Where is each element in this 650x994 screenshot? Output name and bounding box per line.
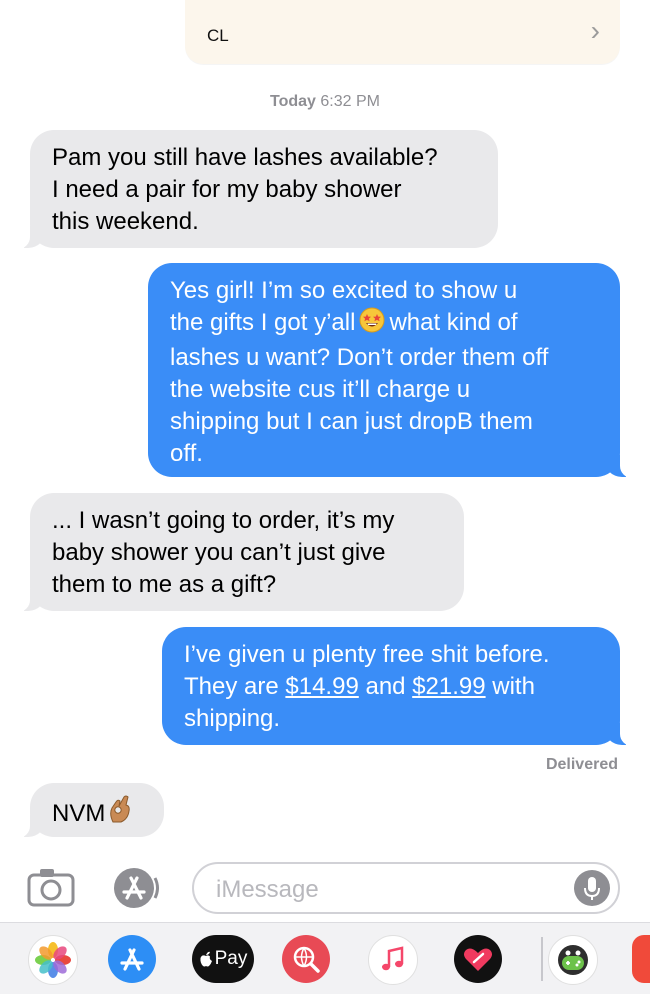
message-line: ... I wasn’t going to order, it’s my [52, 507, 395, 534]
app-store-button[interactable] [108, 864, 166, 912]
music-app-button[interactable] [368, 935, 418, 985]
sent-message[interactable]: Yes girl! I’m so excited to show u the g… [148, 263, 634, 478]
apple-pay-label: Pay [214, 948, 248, 969]
digital-touch-app-button[interactable] [454, 935, 502, 983]
message-line: baby shower you can’t just give [52, 539, 386, 566]
app-drawer: Pay [0, 922, 650, 994]
sent-message[interactable]: I’ve given u plenty free shit before. Th… [162, 627, 634, 746]
app-store-icon [120, 948, 144, 971]
game-icon [558, 945, 588, 975]
ok-hand-emoji-icon [107, 794, 133, 833]
message-line: them to me as a gift? [52, 571, 277, 598]
apple-pay-button[interactable]: Pay [192, 935, 254, 983]
message-text: what kind of [389, 309, 518, 336]
link-preview-title: CL [207, 26, 229, 45]
message-text: NVM [52, 800, 106, 827]
delivered-status: Delivered [545, 756, 618, 773]
app-store-app-button[interactable] [108, 935, 156, 983]
price-link-2[interactable]: $21.99 [412, 673, 485, 700]
message-line: the gifts I got y’all what kind of [170, 307, 600, 342]
message-line: the website cus it’ll charge u [170, 376, 471, 403]
game-app-button[interactable] [548, 935, 598, 985]
dictation-button[interactable] [574, 870, 610, 906]
imessage-placeholder: iMessage [216, 876, 319, 903]
camera-icon [27, 869, 75, 907]
message-line: Yes girl! I’m so excited to show u [170, 277, 518, 304]
message-text: with [485, 673, 535, 700]
message-line: shipping. [184, 705, 281, 732]
message-line: off. [170, 440, 203, 467]
message-text: and [358, 673, 413, 700]
music-icon [382, 946, 404, 971]
photos-app-button[interactable] [28, 935, 78, 985]
microphone-icon [584, 877, 600, 900]
apple-logo-icon [200, 951, 212, 967]
digital-touch-icon [464, 948, 492, 971]
photos-icon [35, 942, 71, 978]
star-struck-emoji-icon [359, 307, 385, 342]
message-line: shipping but I can just dropB them [170, 408, 533, 435]
timestamp-time: 6:32 PM [320, 93, 380, 110]
drawer-divider [541, 937, 543, 981]
app-store-icon [114, 868, 159, 908]
conversation-timestamp: Today 6:32 PM [0, 93, 650, 111]
message-line: They are $14.99 and $21.99 with [184, 671, 600, 703]
message-line: I’ve given u plenty free shit before. [184, 641, 550, 668]
received-message[interactable]: Pam you still have lashes available? I n… [16, 130, 498, 249]
imessage-input[interactable]: iMessage [192, 862, 620, 914]
timestamp-day: Today [270, 93, 316, 110]
web-images-icon [293, 946, 320, 973]
message-line: this weekend. [52, 208, 199, 235]
message-line: Pam you still have lashes available? [52, 144, 438, 171]
received-message[interactable]: NVM [16, 783, 164, 838]
price-link-1[interactable]: $14.99 [285, 673, 358, 700]
message-text: the gifts I got y’all [170, 309, 356, 336]
received-message[interactable]: ... I wasn’t going to order, it’s my bab… [16, 493, 464, 612]
web-images-app-button[interactable] [282, 935, 330, 983]
message-text: They are [184, 673, 286, 700]
partial-app-button[interactable] [632, 935, 650, 983]
chevron-right-icon: › [590, 15, 600, 46]
camera-button[interactable] [26, 865, 76, 909]
message-line: lashes u want? Don’t order them off [170, 344, 549, 371]
message-line: I need a pair for my baby shower [52, 176, 402, 203]
link-preview-card[interactable]: CL › [185, 0, 620, 64]
